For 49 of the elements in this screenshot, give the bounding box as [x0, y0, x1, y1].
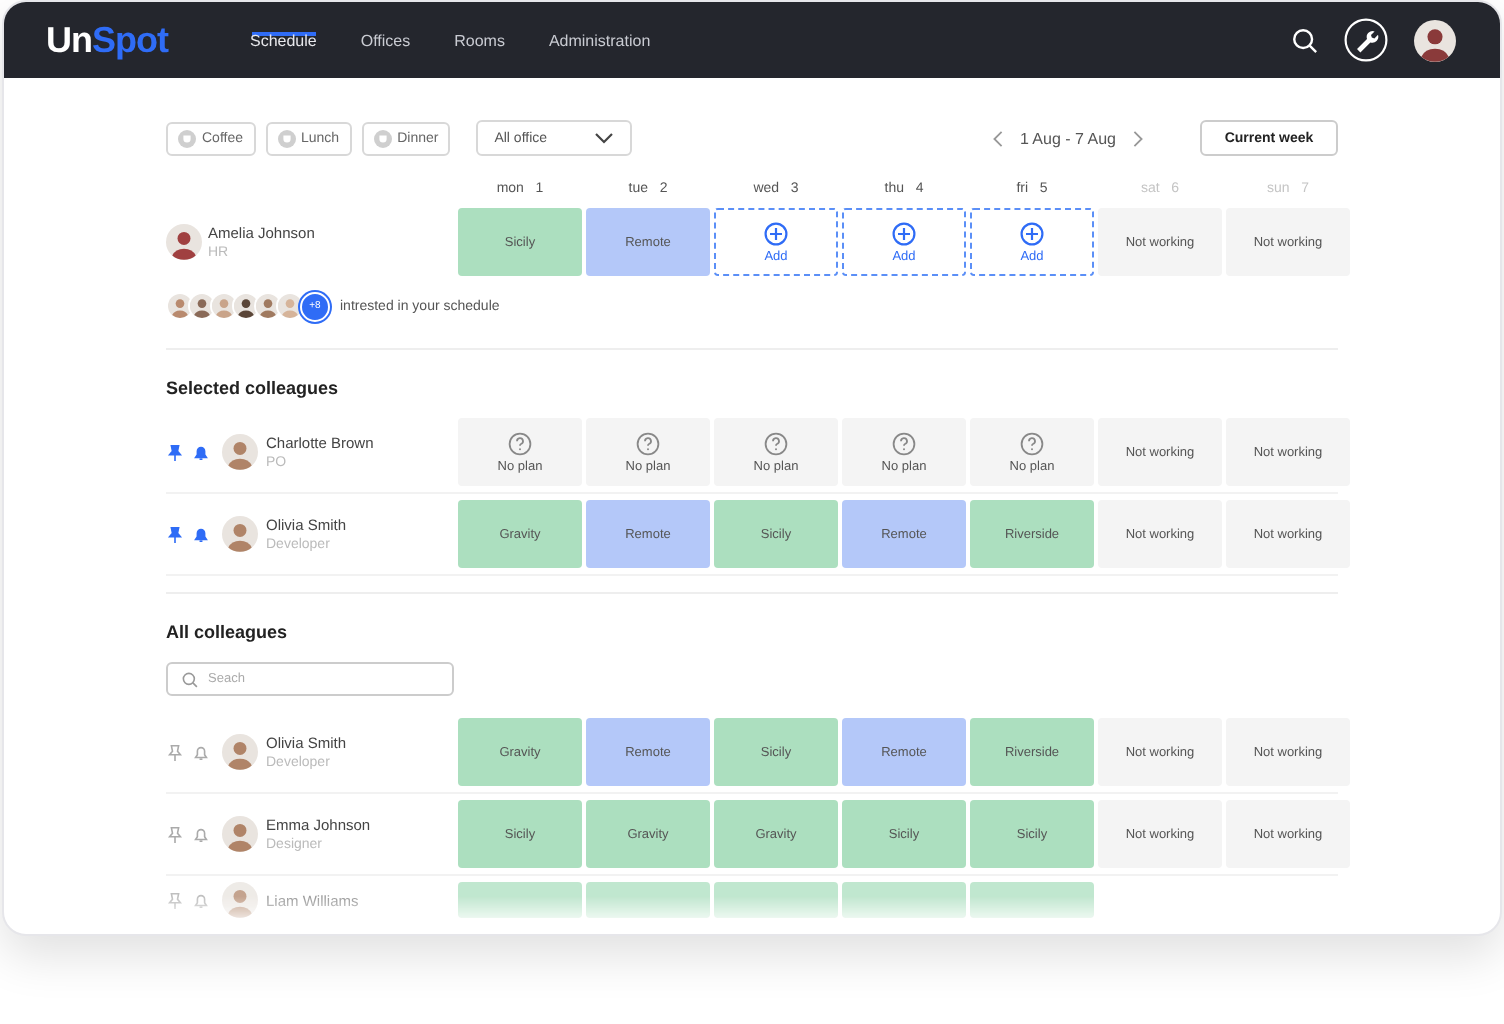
- plus-circle-icon: [892, 221, 916, 245]
- avatar-icon: [234, 294, 258, 318]
- question-circle-icon: [508, 431, 532, 455]
- bell-icon[interactable]: [192, 525, 210, 543]
- day-cell: [842, 882, 966, 918]
- avatar-icon: [212, 294, 236, 318]
- section-title: All colleagues: [166, 622, 290, 642]
- plus-circle-icon: [764, 221, 788, 245]
- avatar-icon: [278, 294, 302, 318]
- question-circle-icon: [892, 431, 916, 455]
- chevron-left-icon[interactable]: [991, 129, 1004, 147]
- cup-icon: [277, 129, 295, 147]
- bell-icon[interactable]: [192, 443, 210, 461]
- plus-circle-icon: [1020, 221, 1044, 245]
- cup-icon: [373, 129, 392, 147]
- avatar-icon: [222, 734, 258, 770]
- question-circle-icon: [636, 431, 660, 455]
- avatar-icon: [222, 516, 258, 552]
- day-cell: [970, 882, 1094, 918]
- question-circle-icon: [764, 431, 788, 455]
- wrench-icon[interactable]: [1344, 18, 1388, 62]
- date-range: 1 Aug - 7 Aug: [1019, 129, 1116, 147]
- pin-icon[interactable]: [166, 443, 184, 461]
- section-title: Selected colleagues: [166, 378, 341, 398]
- pin-icon[interactable]: [166, 525, 184, 543]
- avatar-icon: [256, 294, 280, 318]
- nav-tab[interactable]: Offices: [338, 2, 433, 78]
- nav-tab[interactable]: Rooms: [432, 2, 527, 78]
- avatar-icon: [222, 434, 258, 470]
- avatar-icon: [190, 294, 214, 318]
- app-logo[interactable]: UnSpot: [46, 19, 168, 61]
- search-icon[interactable]: [1292, 27, 1318, 53]
- avatar-icon: [168, 294, 192, 318]
- bell-icon[interactable]: [192, 825, 210, 843]
- question-circle-icon: [1020, 431, 1044, 455]
- avatar-icon: [222, 882, 258, 918]
- day-cell: [458, 882, 582, 918]
- day-cell: [586, 882, 710, 918]
- nav-tab[interactable]: Administration: [526, 2, 673, 78]
- cup-icon: [178, 129, 196, 147]
- avatar-icon: [222, 816, 258, 852]
- chevron-down-icon: [594, 132, 615, 144]
- day-cell: [714, 882, 838, 918]
- pin-icon[interactable]: [166, 825, 184, 843]
- avatar-icon: [1414, 19, 1456, 61]
- bell-icon[interactable]: [192, 743, 210, 761]
- pin-icon[interactable]: [166, 743, 184, 761]
- chevron-right-icon[interactable]: [1132, 129, 1144, 147]
- avatar-icon: [166, 224, 202, 260]
